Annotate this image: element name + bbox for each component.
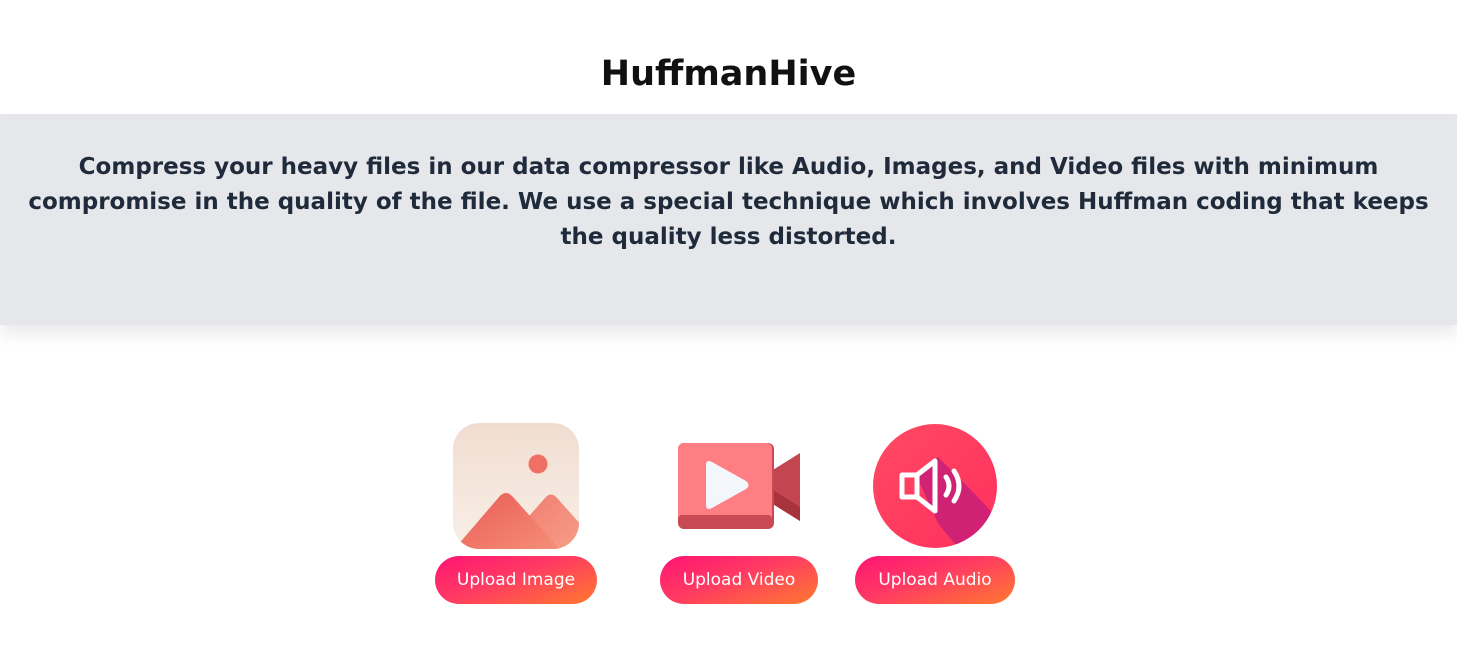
upload-image-button[interactable]: Upload Image [435, 556, 597, 604]
site-title: HuffmanHive [600, 54, 857, 94]
page: HuffmanHive Compress your heavy files in… [0, 0, 1457, 667]
image-icon [453, 423, 579, 549]
upload-audio-card: Upload Audio [855, 423, 1015, 604]
upload-video-button[interactable]: Upload Video [660, 556, 818, 604]
video-camera-icon [678, 443, 800, 529]
upload-image-card: Upload Image [435, 423, 597, 604]
upload-audio-button[interactable]: Upload Audio [855, 556, 1015, 604]
upload-video-card: Upload Video [660, 423, 818, 604]
hero-description: Compress your heavy files in our data co… [28, 153, 1429, 250]
hero-banner: Compress your heavy files in our data co… [0, 114, 1457, 325]
speaker-icon [873, 424, 997, 548]
